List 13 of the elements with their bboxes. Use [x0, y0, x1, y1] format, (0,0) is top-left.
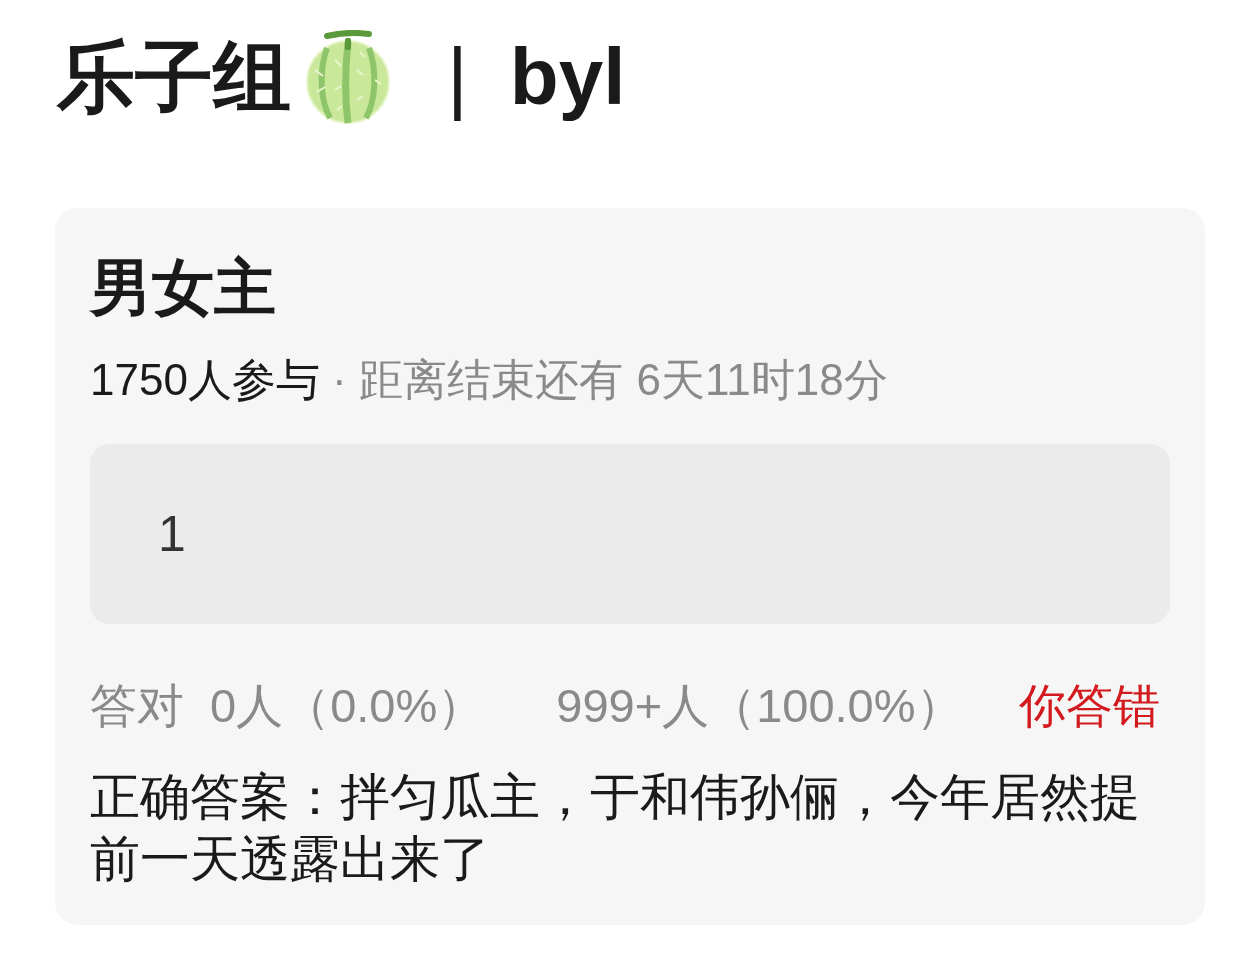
countdown-time: 6天11时18分: [636, 354, 888, 406]
poll-option[interactable]: 1: [90, 444, 1170, 624]
answer-text: 正确答案：拌匀瓜主，于和伟孙俪，今年居然提前一天透露出来了: [90, 768, 1141, 889]
countdown-label: 距离结束还有: [358, 354, 623, 406]
verdict-text: 你答错: [1018, 678, 1160, 734]
correct-label: 答对: [90, 678, 184, 734]
other-count: 999+人（100.0%）: [556, 678, 963, 734]
poll-title: 男女主: [90, 252, 277, 324]
correct-count: 0人（0.0%）: [210, 678, 485, 734]
participant-count: 1750人参与: [90, 354, 320, 406]
melon-icon: [305, 30, 391, 124]
group-name: 乐子组: [57, 38, 291, 116]
separator-dot: ·: [331, 354, 347, 406]
